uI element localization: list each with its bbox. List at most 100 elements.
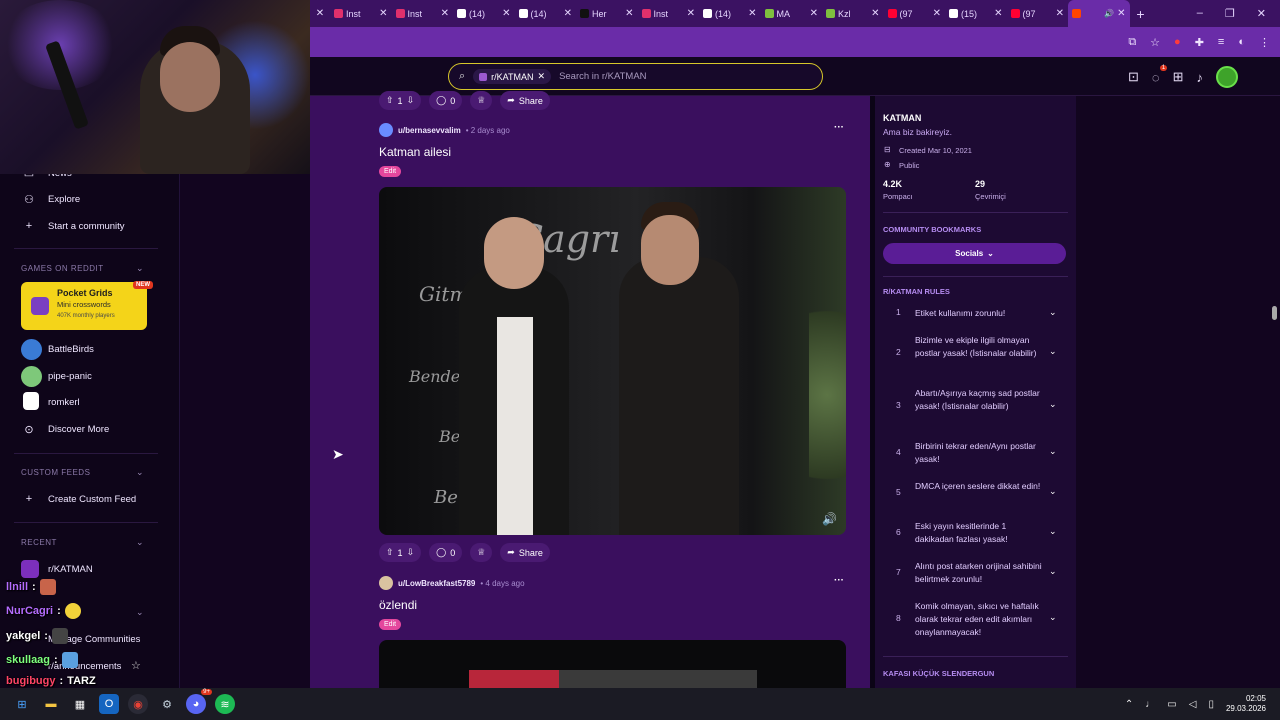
file-explorer-icon[interactable]: ▬: [41, 694, 61, 714]
close-tab-icon[interactable]: ✕: [994, 8, 1002, 19]
close-tab-icon[interactable]: ✕: [1056, 8, 1064, 19]
browser-tab[interactable]: (15) ✕: [945, 0, 1007, 27]
post-author[interactable]: u/bernasevvalim: [398, 126, 461, 135]
chevron-down-icon[interactable]: ⌄: [1049, 346, 1057, 357]
featured-game-card[interactable]: Pocket Grids Mini crosswords 407K monthl…: [21, 282, 147, 330]
browser-tab[interactable]: Inst ✕: [392, 0, 454, 27]
avatar[interactable]: [1216, 66, 1239, 88]
sidebar-item-start-community[interactable]: + Start a community: [22, 220, 125, 232]
post-author[interactable]: u/LowBreakfast5789: [398, 579, 475, 588]
sidebar-item-battlebirds[interactable]: BattleBirds: [48, 344, 94, 355]
more-options-icon[interactable]: ···: [834, 122, 844, 133]
chevron-down-icon[interactable]: ⌄: [1049, 486, 1057, 497]
comments-button[interactable]: ◯ 0: [429, 543, 463, 562]
close-tab-icon[interactable]: ✕: [502, 8, 510, 19]
sidebar-item-romkerl[interactable]: romkerl: [48, 397, 80, 408]
battery-icon[interactable]: ▯: [1208, 699, 1214, 710]
close-tab-icon[interactable]: ✕: [933, 8, 941, 19]
award-button[interactable]: ♕: [470, 543, 493, 562]
install-icon[interactable]: ⧉: [1128, 36, 1136, 49]
downvote-icon[interactable]: ⇩: [407, 95, 415, 106]
sidebar-item-explore[interactable]: ⚇ Explore: [22, 193, 80, 206]
close-tab-icon[interactable]: ✕: [748, 8, 756, 19]
share-button[interactable]: ➦ Share: [500, 91, 550, 110]
close-tab-icon[interactable]: ✕: [687, 8, 695, 19]
new-tab-button[interactable]: +: [1130, 6, 1152, 22]
maximize-button[interactable]: ❐: [1225, 7, 1235, 20]
menu-icon[interactable]: ⋮: [1259, 36, 1270, 49]
advertise-icon[interactable]: ⊡: [1128, 69, 1139, 85]
socials-button[interactable]: Socials ⌄: [883, 243, 1066, 264]
post-flair[interactable]: Edit: [379, 619, 402, 630]
chevron-down-icon[interactable]: ⌄: [1049, 446, 1057, 457]
create-post-icon[interactable]: ⊞: [1173, 69, 1184, 85]
post-video[interactable]: Çagrı Gitme Benden Benden Benden: [379, 187, 846, 535]
close-tab-icon[interactable]: ✕: [1117, 8, 1125, 19]
browser-tab[interactable]: MA ✕: [761, 0, 823, 27]
avatar[interactable]: [379, 123, 393, 137]
comments-button[interactable]: ◯ 0: [429, 91, 463, 110]
browser-tab[interactable]: Inst ✕: [330, 0, 392, 27]
share-button[interactable]: ➦ Share: [500, 543, 550, 562]
close-tab-icon[interactable]: ✕: [441, 8, 449, 19]
browser-tab[interactable]: (14) ✕: [453, 0, 515, 27]
close-icon[interactable]: ✕: [310, 8, 330, 19]
sidebar-item-pipe-panic[interactable]: pipe-panic: [48, 371, 92, 382]
chevron-down-icon[interactable]: ⌄: [1049, 526, 1057, 537]
close-tab-icon[interactable]: ✕: [379, 8, 387, 19]
sidebar-item-discover-more[interactable]: ⊙ Discover More: [22, 423, 109, 436]
browser-tab[interactable]: (97 ✕: [884, 0, 946, 27]
network-icon[interactable]: ▭: [1167, 699, 1176, 710]
browser-tab[interactable]: Her ✕: [576, 0, 638, 27]
chrome-icon[interactable]: ◉: [128, 694, 148, 714]
store-icon[interactable]: ▦: [70, 694, 90, 714]
post-flair[interactable]: Edit: [379, 166, 402, 177]
close-tab-icon[interactable]: ✕: [871, 8, 879, 19]
close-tab-icon[interactable]: ✕: [810, 8, 818, 19]
search-community-chip[interactable]: r/KATMAN ✕: [473, 69, 552, 84]
windows-start-icon[interactable]: ⊞: [12, 694, 32, 714]
chevron-down-icon[interactable]: ⌄: [136, 607, 144, 618]
profile-icon[interactable]: ◐: [1238, 36, 1245, 48]
browser-tab[interactable]: Kzl ✕: [822, 0, 884, 27]
chevron-down-icon[interactable]: ⌄: [136, 467, 144, 478]
create-custom-feed-button[interactable]: + Create Custom Feed: [22, 493, 136, 505]
chat-icon[interactable]: ◌ 1: [1152, 64, 1168, 85]
browser-tab[interactable]: 🔊 ✕: [1068, 0, 1130, 27]
chevron-down-icon[interactable]: ⌄: [1049, 307, 1057, 318]
upvote-icon[interactable]: ⇧: [386, 95, 394, 106]
downvote-icon[interactable]: ⇩: [407, 547, 415, 558]
media-icon[interactable]: ≡: [1218, 36, 1224, 48]
close-icon[interactable]: ✕: [538, 71, 546, 82]
browser-tab[interactable]: (97 ✕: [1007, 0, 1069, 27]
chevron-down-icon[interactable]: ⌄: [1049, 612, 1057, 623]
minimize-button[interactable]: –: [1197, 7, 1203, 20]
star-icon[interactable]: ☆: [131, 659, 141, 672]
browser-tab[interactable]: Inst ✕: [638, 0, 700, 27]
close-window-button[interactable]: ✕: [1257, 7, 1266, 20]
puzzle-icon[interactable]: ✚: [1195, 36, 1204, 49]
clock[interactable]: 02:05 29.03.2026: [1226, 694, 1266, 714]
scrollbar[interactable]: [1272, 306, 1277, 320]
browser-tab[interactable]: (14) ✕: [699, 0, 761, 27]
search-input[interactable]: ⌕ r/KATMAN ✕ Search in r/KATMAN: [448, 63, 823, 90]
sidebar-item-katman[interactable]: r/KATMAN: [48, 564, 93, 575]
outlook-icon[interactable]: O: [99, 694, 119, 714]
bookmark-star-icon[interactable]: ☆: [1150, 36, 1160, 49]
steam-icon[interactable]: ⚙: [157, 694, 177, 714]
audio-icon[interactable]: 🔊: [1104, 9, 1114, 18]
post-title[interactable]: özlendi: [379, 598, 417, 612]
browser-tab[interactable]: (14) ✕: [515, 0, 577, 27]
speaker-icon[interactable]: ◁: [1189, 699, 1197, 710]
chevron-down-icon[interactable]: ⌄: [1049, 566, 1057, 577]
chevron-down-icon[interactable]: ⌄: [136, 537, 144, 548]
chevron-down-icon[interactable]: ⌄: [1049, 399, 1057, 410]
post-title[interactable]: Katman ailesi: [379, 145, 451, 159]
post-image[interactable]: [379, 640, 846, 688]
close-tab-icon[interactable]: ✕: [564, 8, 572, 19]
microphone-icon[interactable]: ♩: [1145, 699, 1155, 710]
bell-icon[interactable]: ♪: [1197, 70, 1204, 85]
close-tab-icon[interactable]: ✕: [625, 8, 633, 19]
chevron-down-icon[interactable]: ⌄: [136, 263, 144, 274]
spotify-icon[interactable]: ≋: [215, 694, 235, 714]
